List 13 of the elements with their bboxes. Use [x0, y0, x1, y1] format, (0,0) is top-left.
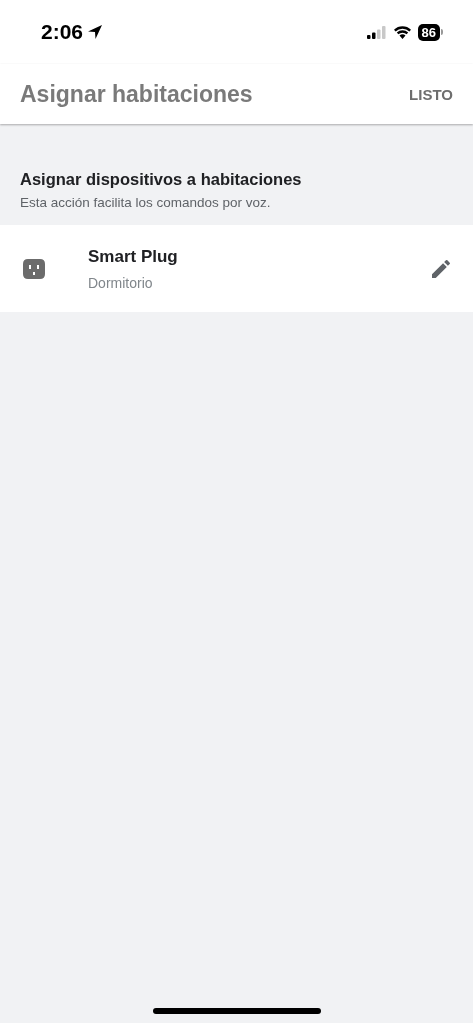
done-button[interactable]: LISTO [409, 81, 453, 107]
page-title: Asignar habitaciones [20, 80, 253, 108]
battery-indicator: 86 [417, 23, 440, 41]
wifi-icon [392, 25, 412, 39]
signal-icon [366, 25, 387, 39]
clock-time: 2:06 [41, 20, 84, 44]
device-row[interactable]: Smart Plug Dormitorio [0, 225, 473, 312]
device-room: Dormitorio [88, 274, 154, 291]
device-name: Smart Plug [88, 246, 179, 267]
section-subtitle: Esta acción facilita los comandos por voz. [20, 195, 272, 210]
location-arrow-icon [87, 24, 104, 40]
section-title: Asignar dispositivos a habitaciones [20, 170, 303, 189]
outlet-icon [23, 258, 45, 279]
